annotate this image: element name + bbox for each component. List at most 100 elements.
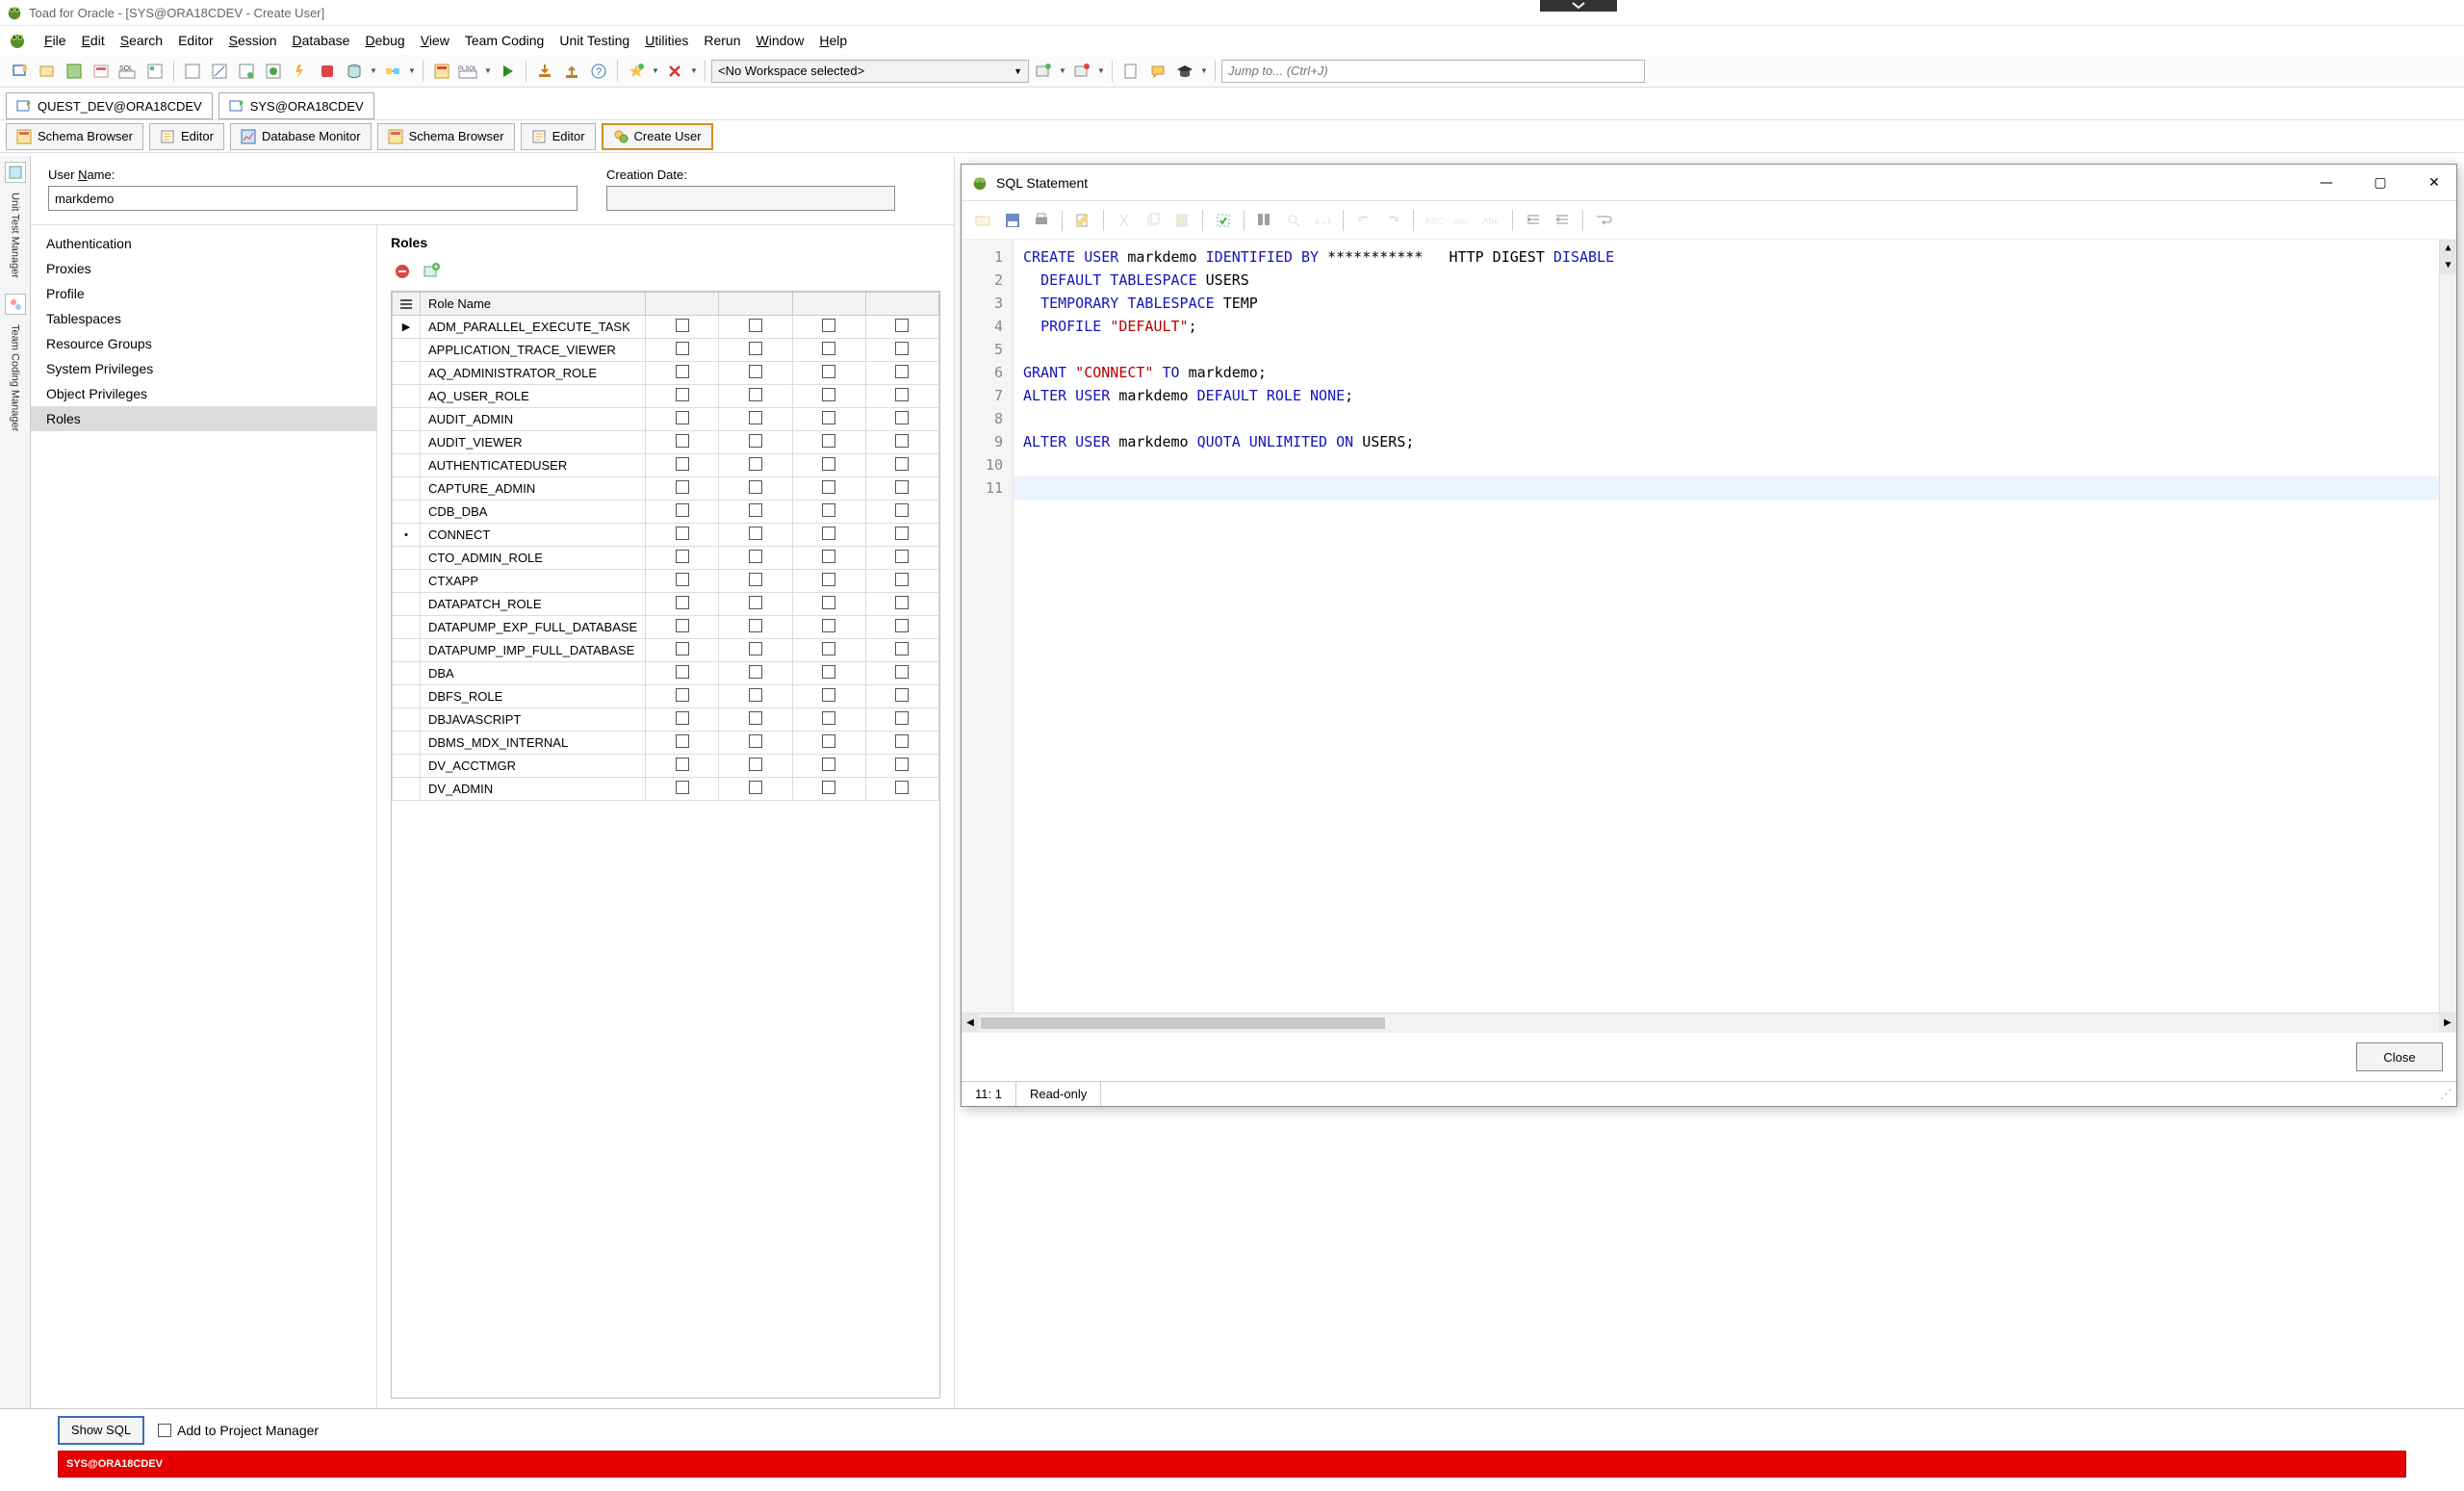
close-button[interactable]: Close [2356, 1042, 2443, 1071]
checkbox-icon[interactable] [895, 550, 909, 563]
role-row[interactable]: CAPTURE_ADMIN [393, 477, 939, 501]
checkbox-icon[interactable] [822, 457, 835, 471]
role-row[interactable]: DBA [393, 662, 939, 685]
checkbox-icon[interactable] [749, 411, 762, 424]
checkbox-icon[interactable] [822, 573, 835, 586]
checkbox-icon[interactable] [676, 319, 689, 332]
new-conn-icon[interactable] [8, 59, 33, 84]
checkbox-icon[interactable] [676, 596, 689, 609]
stop-icon[interactable] [315, 59, 340, 84]
role-row[interactable]: CDB_DBA [393, 501, 939, 524]
print-icon[interactable] [1029, 208, 1054, 233]
doc-tab-editor[interactable]: Editor [521, 123, 596, 150]
show-sql-button[interactable]: Show SQL [58, 1416, 144, 1445]
checkbox-icon[interactable] [749, 342, 762, 355]
add-to-project-checkbox[interactable]: Add to Project Manager [158, 1423, 319, 1438]
checkbox-icon[interactable] [822, 688, 835, 702]
help-icon[interactable]: ? [586, 59, 611, 84]
checkbox-icon[interactable] [895, 665, 909, 679]
dropdown-icon[interactable]: ▼ [483, 66, 493, 75]
checkbox-icon[interactable] [895, 503, 909, 517]
role-row[interactable]: AQ_ADMINISTRATOR_ROLE [393, 362, 939, 385]
close-button[interactable]: ✕ [2422, 175, 2447, 191]
checkbox-icon[interactable] [749, 619, 762, 632]
menu-database[interactable]: Database [284, 29, 357, 52]
checkbox-icon[interactable] [749, 596, 762, 609]
unit-test-icon[interactable] [5, 162, 26, 183]
nav-item-roles[interactable]: Roles [31, 406, 376, 431]
dropdown-icon[interactable]: ▼ [1058, 66, 1067, 75]
checkbox-icon[interactable] [822, 642, 835, 656]
checkbox-icon[interactable] [895, 342, 909, 355]
menu-session[interactable]: Session [221, 29, 285, 52]
role-row[interactable]: DBJAVASCRIPT [393, 708, 939, 732]
remove-icon[interactable] [662, 59, 687, 84]
role-row[interactable]: AUTHENTICATEDUSER [393, 454, 939, 477]
scroll-up-icon[interactable]: ▲ [2440, 240, 2456, 257]
username-input[interactable] [48, 186, 578, 211]
checkbox-icon[interactable] [895, 596, 909, 609]
checkbox-icon[interactable] [822, 480, 835, 494]
checkbox-icon[interactable] [676, 665, 689, 679]
resize-grip-icon[interactable]: ⋰ [2436, 1087, 2456, 1102]
indent-icon[interactable] [1521, 208, 1546, 233]
nav-item-profile[interactable]: Profile [31, 281, 376, 306]
checkbox-icon[interactable] [676, 573, 689, 586]
checkbox-icon[interactable] [749, 503, 762, 517]
checkbox-icon[interactable] [822, 319, 835, 332]
nav-item-object-privileges[interactable]: Object Privileges [31, 381, 376, 406]
lightning-icon[interactable] [288, 59, 313, 84]
checkbox-icon[interactable] [822, 596, 835, 609]
checkbox-icon[interactable] [749, 734, 762, 748]
tb-icon-10[interactable] [261, 59, 286, 84]
checkbox-icon[interactable] [749, 758, 762, 771]
checkbox-icon[interactable] [895, 711, 909, 725]
connection-tab-0[interactable]: QUEST_DEV@ORA18CDEV [6, 92, 213, 119]
checkbox-icon[interactable] [676, 642, 689, 656]
wrap-icon[interactable] [1591, 208, 1616, 233]
checkbox-icon[interactable] [749, 457, 762, 471]
scroll-down-icon[interactable]: ▼ [2440, 257, 2456, 274]
minimize-button[interactable]: — [2314, 175, 2339, 191]
checkbox-icon[interactable] [676, 365, 689, 378]
ws-icon-1[interactable] [1031, 59, 1056, 84]
sql-icon[interactable]: SQL [116, 59, 141, 84]
role-row[interactable]: ▶ADM_PARALLEL_EXECUTE_TASK [393, 316, 939, 339]
checkbox-icon[interactable] [822, 665, 835, 679]
checkbox-icon[interactable] [676, 781, 689, 794]
checkbox-icon[interactable] [895, 688, 909, 702]
checkbox-icon[interactable] [676, 503, 689, 517]
dropdown-icon[interactable]: ▼ [651, 66, 660, 75]
checkbox-icon[interactable] [749, 434, 762, 448]
checkbox-icon[interactable] [822, 734, 835, 748]
checkbox-icon[interactable] [749, 781, 762, 794]
checkbox-icon[interactable] [895, 734, 909, 748]
checkbox-icon[interactable] [895, 758, 909, 771]
menu-team-coding[interactable]: Team Coding [457, 29, 552, 52]
checkbox-icon[interactable] [676, 711, 689, 725]
nav-item-proxies[interactable]: Proxies [31, 256, 376, 281]
dropdown-icon[interactable]: ▼ [1096, 66, 1106, 75]
tb-icon-15[interactable] [429, 59, 454, 84]
checkbox-icon[interactable] [822, 527, 835, 540]
checkbox-icon[interactable] [676, 480, 689, 494]
checkbox-icon[interactable] [822, 434, 835, 448]
db-icon[interactable] [342, 59, 367, 84]
role-row[interactable]: DV_ACCTMGR [393, 755, 939, 778]
link-icon[interactable] [380, 59, 405, 84]
hat-icon[interactable] [1172, 59, 1197, 84]
menu-utilities[interactable]: Utilities [637, 29, 696, 52]
title-dropdown[interactable] [1540, 0, 1617, 12]
checkbox-icon[interactable] [676, 734, 689, 748]
checkbox-icon[interactable] [895, 527, 909, 540]
role-row[interactable]: CTO_ADMIN_ROLE [393, 547, 939, 570]
jump-to-input[interactable] [1221, 60, 1645, 83]
upload-icon[interactable] [559, 59, 584, 84]
select-all-icon[interactable] [1211, 208, 1236, 233]
star-add-icon[interactable] [624, 59, 649, 84]
nav-item-resource-groups[interactable]: Resource Groups [31, 331, 376, 356]
doc-tab-create-user[interactable]: Create User [602, 123, 713, 150]
checkbox-icon[interactable] [822, 550, 835, 563]
download-icon[interactable] [532, 59, 557, 84]
scroll-right-icon[interactable]: ▶ [2439, 1014, 2456, 1032]
